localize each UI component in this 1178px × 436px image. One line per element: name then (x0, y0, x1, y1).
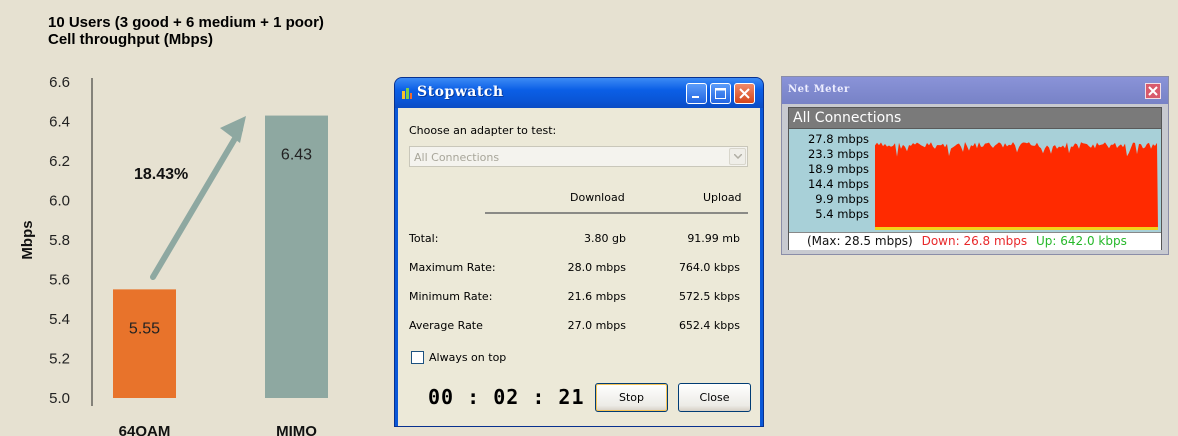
bar-value-label-1: 6.43 (281, 147, 312, 164)
adapter-label: Choose an adapter to test: (409, 124, 557, 137)
maximize-icon (715, 88, 726, 99)
net-meter-window: Net Meter All Connections 27.8 mbps 23.3… (781, 76, 1169, 255)
y-tick-label-8: 6.6 (49, 74, 70, 91)
net-meter-title: Net Meter (788, 84, 850, 95)
stopwatch-window: Stopwatch Choose an adapter to test: All… (395, 78, 763, 426)
growth-arrow-shaft (150, 127, 243, 280)
row-label-minimum-rate: Minimum Rate: (409, 290, 493, 303)
row-label-average-rate: Average Rate (409, 319, 483, 332)
avg-upload-value: 652.4 kbps (678, 319, 740, 332)
throughput-bar-chart: 5.0 5.2 5.4 5.6 5.8 6.0 6.2 6.4 6.6 Mbps 5.55 64QAM… (19, 74, 328, 436)
total-download-value: 3.80 gb (584, 232, 626, 245)
y-tick-label-1: 5.2 (49, 351, 70, 368)
y-tick-label-4: 5.8 (49, 232, 70, 249)
net-meter-status-bar: (Max: 28.5 mbps) Down: 26.8 mbps Up: 642… (789, 232, 1161, 250)
stop-button[interactable]: Stop (595, 383, 668, 412)
adapter-select-value: All Connections (414, 151, 500, 164)
y-tick-label-5: 6.0 (49, 193, 70, 210)
adapter-dropdown-button[interactable] (729, 148, 746, 165)
y-axis-title: Mbps (19, 220, 36, 259)
chevron-down-icon (734, 154, 742, 159)
min-download-value: 21.6 mbps (567, 290, 626, 303)
min-upload-value: 572.5 kbps (678, 290, 740, 303)
close-window-button[interactable] (734, 83, 755, 104)
adapter-select[interactable]: All Connections (409, 146, 748, 167)
download-column-header: Download (570, 191, 625, 204)
growth-annotation: 18.43% (134, 166, 188, 183)
y-tick-label-3: 5.6 (49, 272, 70, 289)
close-button[interactable]: Close (678, 383, 751, 412)
stopwatch-title: Stopwatch (417, 84, 504, 100)
net-meter-close-button[interactable] (1145, 83, 1161, 99)
upload-column-header: Upload (703, 191, 742, 204)
bar-value-label-0: 5.55 (129, 320, 160, 337)
stopwatch-titlebar[interactable]: Stopwatch (395, 78, 763, 108)
y-tick-label-6: 6.2 (49, 153, 70, 170)
y-tick-label-7: 6.4 (49, 114, 70, 131)
y-axis-label-3: 18.9 mbps (807, 162, 869, 176)
y-axis-label-1: 27.8 mbps (807, 132, 869, 146)
y-tick-label-0: 5.0 (49, 390, 70, 407)
y-axis-label-5: 9.9 mbps (815, 192, 869, 206)
minimize-button[interactable] (686, 83, 707, 104)
upload-trace (875, 227, 1158, 230)
net-meter-titlebar[interactable]: Net Meter (782, 77, 1168, 104)
download-trace (875, 142, 1158, 230)
stopwatch-client-area: Choose an adapter to test: All Connectio… (398, 108, 760, 426)
category-label-0: 64QAM (119, 423, 171, 436)
net-meter-panel: All Connections 27.8 mbps 23.3 mbps 18.9… (788, 107, 1162, 250)
close-icon (1148, 86, 1158, 96)
max-upload-value: 764.0 kbps (678, 261, 740, 274)
minimize-icon (692, 96, 699, 98)
avg-download-value: 27.0 mbps (567, 319, 626, 332)
close-icon (739, 88, 750, 99)
header-separator (485, 212, 748, 214)
category-label-1: MIMO (276, 423, 317, 436)
bar-64qam (113, 289, 176, 398)
maximize-button[interactable] (710, 83, 731, 104)
connection-name: All Connections (793, 110, 902, 126)
elapsed-timer: 00 : 02 : 21 (428, 385, 585, 409)
bandwidth-graph (875, 132, 1158, 230)
max-rate-text: (Max: 28.5 mbps) (807, 234, 913, 248)
max-download-value: 28.0 mbps (567, 261, 626, 274)
y-axis-label-6: 5.4 mbps (815, 207, 869, 221)
always-on-top-label[interactable]: Always on top (429, 351, 506, 364)
y-tick-label-2: 5.4 (49, 311, 70, 328)
total-upload-value: 91.99 mb (687, 232, 740, 245)
y-axis-label-4: 14.4 mbps (807, 177, 869, 191)
connection-header[interactable]: All Connections (789, 108, 1161, 129)
stopwatch-app-icon (402, 88, 412, 99)
row-label-maximum-rate: Maximum Rate: (409, 261, 496, 274)
y-axis-label-2: 23.3 mbps (807, 147, 869, 161)
always-on-top-checkbox[interactable] (411, 351, 424, 364)
down-rate-text: Down: 26.8 mbps (921, 234, 1028, 248)
row-label-total: Total: (409, 232, 439, 245)
up-rate-text: Up: 642.0 kbps (1035, 234, 1127, 248)
